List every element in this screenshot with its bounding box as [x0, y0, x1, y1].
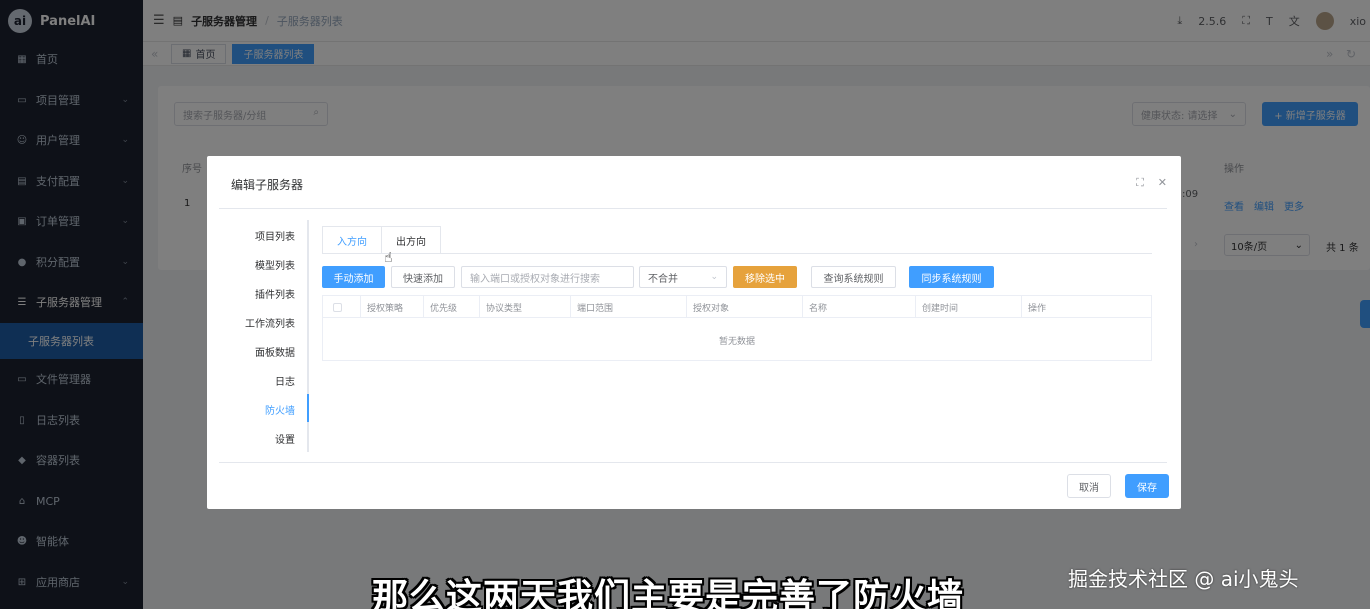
save-button[interactable]: 保存: [1125, 474, 1169, 498]
vtab-workflows[interactable]: 工作流列表: [245, 315, 295, 330]
tab-inbound[interactable]: 入方向: [322, 226, 382, 254]
query-rules-button[interactable]: 查询系统规则: [811, 266, 896, 288]
vtab-firewall[interactable]: 防火墙: [265, 402, 295, 417]
table-header: 授权策略 优先级 协议类型 端口范围 授权对象 名称 创建时间 操作: [323, 296, 1151, 318]
chevron-down-icon: ⌄: [710, 272, 718, 282]
empty-state: 暂无数据: [718, 337, 755, 347]
merge-select[interactable]: 不合并 ⌄: [639, 266, 727, 288]
cancel-button[interactable]: 取消: [1067, 474, 1111, 498]
column-name: 名称: [803, 296, 916, 318]
column-port-range: 端口范围: [571, 296, 687, 318]
edit-server-dialog: 编辑子服务器 ⛶ ✕ 项目列表 模型列表 插件列表 工作流列表 面板数据 日志 …: [207, 156, 1181, 509]
firewall-rules-table: 授权策略 优先级 协议类型 端口范围 授权对象 名称 创建时间 操作 暂无数据: [322, 295, 1152, 361]
select-all-cell: [323, 296, 361, 318]
column-policy: 授权策略: [361, 296, 424, 318]
select-all-checkbox[interactable]: [333, 302, 342, 312]
dialog-footer-divider: [219, 462, 1167, 463]
vertical-tabs: 项目列表 模型列表 插件列表 工作流列表 面板数据 日志 防火墙 设置: [219, 220, 309, 452]
merge-value: 不合并: [648, 273, 678, 285]
hand-cursor-icon: ☝: [384, 250, 393, 266]
vtab-panel-data[interactable]: 面板数据: [255, 344, 295, 359]
column-ops: 操作: [1028, 303, 1047, 314]
tabs-divider: [322, 253, 1152, 254]
manual-add-button[interactable]: 手动添加: [322, 266, 385, 288]
maximize-icon[interactable]: ⛶: [1136, 176, 1144, 190]
dialog-title: 编辑子服务器: [231, 178, 304, 192]
close-icon[interactable]: ✕: [1158, 176, 1167, 190]
video-subtitle: 那么这两天我们主要是完善了防火墙: [372, 577, 965, 609]
column-auth-object: 授权对象: [687, 296, 803, 318]
vtab-logs[interactable]: 日志: [275, 373, 295, 388]
active-tab-indicator: [307, 394, 309, 422]
vtab-settings[interactable]: 设置: [275, 431, 295, 446]
dialog-controls: ⛶ ✕: [1136, 176, 1167, 190]
search-placeholder: 输入端口或授权对象进行搜索: [470, 273, 600, 285]
column-priority: 优先级: [424, 296, 480, 318]
watermark: 掘金技术社区 @ ai小鬼头: [1068, 567, 1299, 591]
vtab-plugins[interactable]: 插件列表: [255, 286, 295, 301]
vtab-projects[interactable]: 项目列表: [255, 228, 295, 243]
sync-rules-button[interactable]: 同步系统规则: [909, 266, 994, 288]
vtab-models[interactable]: 模型列表: [255, 257, 295, 272]
column-created-time: 创建时间: [916, 296, 1022, 318]
firewall-search-input[interactable]: 输入端口或授权对象进行搜索: [461, 266, 634, 288]
remove-selected-button[interactable]: 移除选中: [733, 266, 797, 288]
column-protocol: 协议类型: [480, 296, 571, 318]
dialog-divider: [219, 208, 1167, 209]
quick-add-button[interactable]: 快速添加: [391, 266, 455, 288]
direction-tabs: 入方向 出方向: [322, 226, 441, 254]
